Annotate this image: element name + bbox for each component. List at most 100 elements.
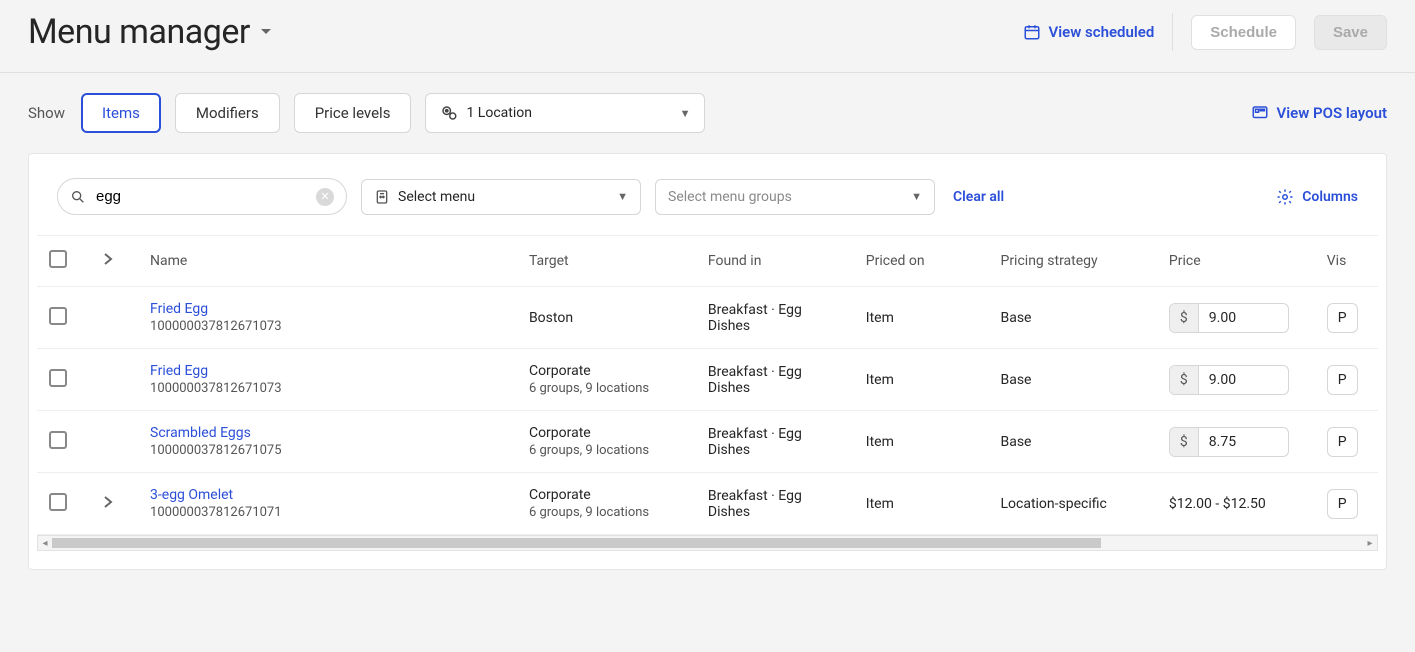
- clear-search-icon[interactable]: ✕: [316, 188, 334, 206]
- price-range: $12.00 - $12.50: [1169, 496, 1266, 512]
- col-price: Price: [1157, 236, 1315, 287]
- schedule-button[interactable]: Schedule: [1191, 15, 1296, 50]
- scroll-right-icon[interactable]: ▸: [1363, 538, 1377, 549]
- expand-all-icon[interactable]: [102, 253, 114, 265]
- results-table: Name Target Found in Priced on Pricing s…: [37, 235, 1378, 535]
- table-row: 3-egg Omelet 100000037812671071 Corporat…: [37, 473, 1378, 535]
- tab-items[interactable]: Items: [81, 93, 161, 133]
- col-name: Name: [138, 236, 517, 287]
- calendar-icon: [1023, 23, 1041, 41]
- scroll-thumb[interactable]: [52, 538, 1101, 548]
- select-menu-dropdown[interactable]: Select menu ▼: [361, 179, 641, 215]
- col-found: Found in: [696, 236, 854, 287]
- title-dropdown-icon[interactable]: [260, 26, 272, 38]
- scroll-left-icon[interactable]: ◂: [38, 538, 52, 549]
- row-checkbox[interactable]: [49, 431, 67, 449]
- search-input-wrap[interactable]: ✕: [57, 178, 347, 215]
- item-sku: 100000037812671073: [150, 381, 505, 396]
- visibility-chip[interactable]: P: [1327, 365, 1358, 395]
- search-input[interactable]: [94, 187, 308, 206]
- results-card: ✕ Select menu ▼ Select menu groups ▼ Cle…: [28, 153, 1387, 570]
- save-button[interactable]: Save: [1314, 15, 1387, 50]
- table-row: Fried Egg 100000037812671073 Boston Brea…: [37, 287, 1378, 349]
- price-input[interactable]: $ 9.00: [1169, 365, 1289, 395]
- divider: [1172, 13, 1173, 51]
- search-icon: [70, 189, 86, 205]
- page-title: Menu manager: [28, 12, 250, 52]
- chevron-down-icon: ▼: [680, 107, 691, 120]
- price-value: 9.00: [1199, 304, 1288, 332]
- table-row: Fried Egg 100000037812671073 Corporate 6…: [37, 349, 1378, 411]
- visibility-chip[interactable]: P: [1327, 427, 1358, 457]
- view-scheduled-link[interactable]: View scheduled: [1023, 23, 1155, 41]
- price-input[interactable]: $ 8.75: [1169, 427, 1289, 457]
- col-target: Target: [517, 236, 696, 287]
- layout-icon: [1251, 104, 1269, 122]
- found-in: Breakfast · Egg Dishes: [696, 349, 854, 411]
- priced-on: Item: [854, 287, 989, 349]
- found-in: Breakfast · Egg Dishes: [696, 473, 854, 535]
- columns-button[interactable]: Columns: [1276, 188, 1358, 206]
- view-pos-layout-link[interactable]: View POS layout: [1251, 104, 1387, 122]
- tab-price-levels[interactable]: Price levels: [294, 93, 412, 133]
- chevron-down-icon: ▼: [617, 190, 628, 203]
- priced-on: Item: [854, 473, 989, 535]
- location-select[interactable]: 1 Location ▼: [425, 93, 705, 133]
- found-in: Breakfast · Egg Dishes: [696, 411, 854, 473]
- scroll-track[interactable]: [52, 537, 1363, 549]
- target-label: Corporate: [529, 425, 684, 441]
- currency-prefix: $: [1170, 428, 1199, 456]
- visibility-chip[interactable]: P: [1327, 303, 1358, 333]
- clear-all-link[interactable]: Clear all: [953, 189, 1004, 205]
- col-priced: Priced on: [854, 236, 989, 287]
- columns-label: Columns: [1302, 189, 1358, 205]
- item-name-link[interactable]: Scrambled Eggs: [150, 425, 505, 441]
- menu-icon: [374, 189, 390, 205]
- toolbar: Show Items Modifiers Price levels 1 Loca…: [0, 73, 1415, 133]
- target-sub: 6 groups, 9 locations: [529, 443, 684, 458]
- page-header: Menu manager View scheduled Schedule Sav…: [0, 0, 1415, 73]
- gear-icon: [1276, 188, 1294, 206]
- price-input[interactable]: $ 9.00: [1169, 303, 1289, 333]
- target-sub: 6 groups, 9 locations: [529, 381, 684, 396]
- location-select-label: 1 Location: [466, 105, 532, 121]
- pricing-strategy: Base: [988, 287, 1156, 349]
- row-checkbox[interactable]: [49, 307, 67, 325]
- table-row: Scrambled Eggs 100000037812671075 Corpor…: [37, 411, 1378, 473]
- visibility-chip[interactable]: P: [1327, 489, 1358, 519]
- item-sku: 100000037812671073: [150, 319, 505, 334]
- pricing-strategy: Base: [988, 411, 1156, 473]
- show-label: Show: [28, 104, 65, 122]
- location-pin-icon: [440, 104, 458, 122]
- col-strategy: Pricing strategy: [988, 236, 1156, 287]
- priced-on: Item: [854, 349, 989, 411]
- view-pos-label: View POS layout: [1277, 104, 1387, 122]
- select-all-checkbox[interactable]: [49, 250, 67, 268]
- row-checkbox[interactable]: [49, 369, 67, 387]
- select-menu-groups-dropdown[interactable]: Select menu groups ▼: [655, 179, 935, 215]
- filters-row: ✕ Select menu ▼ Select menu groups ▼ Cle…: [29, 154, 1386, 225]
- target-label: Corporate: [529, 487, 684, 503]
- view-scheduled-label: View scheduled: [1049, 23, 1155, 41]
- found-in: Breakfast · Egg Dishes: [696, 287, 854, 349]
- horizontal-scrollbar[interactable]: ◂ ▸: [37, 535, 1378, 551]
- currency-prefix: $: [1170, 366, 1199, 394]
- item-name-link[interactable]: Fried Egg: [150, 301, 505, 317]
- col-vis: Vis: [1315, 236, 1378, 287]
- price-value: 9.00: [1199, 366, 1288, 394]
- item-sku: 100000037812671071: [150, 505, 505, 520]
- target-label: Boston: [529, 310, 684, 326]
- chevron-down-icon: ▼: [911, 190, 922, 203]
- priced-on: Item: [854, 411, 989, 473]
- item-name-link[interactable]: Fried Egg: [150, 363, 505, 379]
- tab-modifiers[interactable]: Modifiers: [175, 93, 280, 133]
- table-header-row: Name Target Found in Priced on Pricing s…: [37, 236, 1378, 287]
- item-name-link[interactable]: 3-egg Omelet: [150, 487, 505, 503]
- currency-prefix: $: [1170, 304, 1199, 332]
- target-sub: 6 groups, 9 locations: [529, 505, 684, 520]
- target-label: Corporate: [529, 363, 684, 379]
- row-checkbox[interactable]: [49, 493, 67, 511]
- select-menu-label: Select menu: [398, 189, 475, 205]
- expand-row-icon[interactable]: [102, 496, 114, 508]
- pricing-strategy: Base: [988, 349, 1156, 411]
